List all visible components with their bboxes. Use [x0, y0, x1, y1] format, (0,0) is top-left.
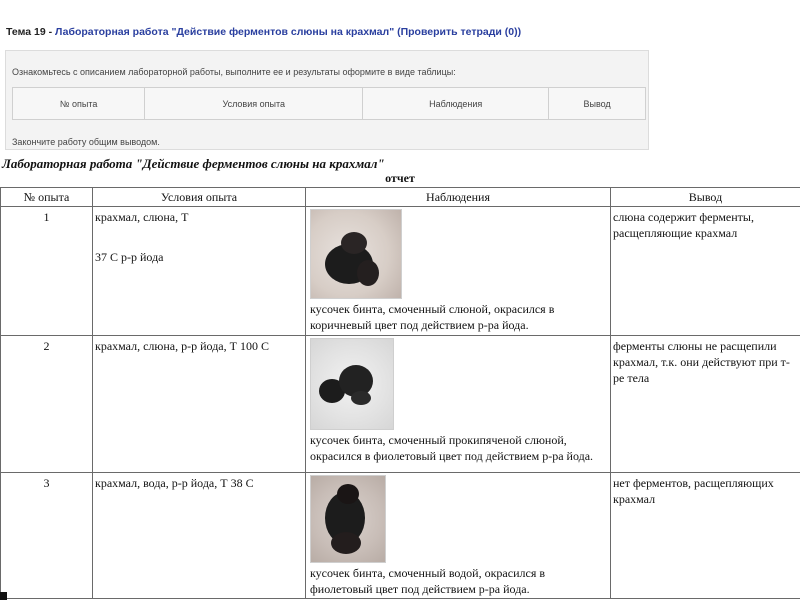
col-header-conclusion: Вывод: [610, 187, 800, 207]
assignment-box: Ознакомьтесь с описанием лабораторной ра…: [5, 50, 649, 150]
assignment-footer: Закончите работу общим выводом.: [12, 137, 160, 147]
report-table: № опыта Условия опыта Наблюдения Вывод 1…: [0, 187, 800, 599]
topic-prefix: Тема 19 -: [6, 26, 53, 38]
table-row: 3 крахмал, вода, р-р йода, Т 38 С кусоче…: [0, 472, 800, 599]
template-col-observations: Наблюдения: [362, 87, 550, 120]
assignment-panel: Тема 19 - Лабораторная работа "Действие …: [0, 0, 800, 155]
col-header-number: № опыта: [0, 187, 93, 207]
conditions-line: крахмал, слюна, р-р йода, Т 100 С: [95, 339, 269, 353]
bandage-photo: [310, 475, 386, 563]
report-header-row: № опыта Условия опыта Наблюдения Вывод: [0, 187, 800, 207]
experiment-number: 3: [0, 472, 93, 599]
topic-title: Тема 19 - Лабораторная работа "Действие …: [6, 26, 521, 38]
report-subtitle: отчет: [385, 171, 415, 185]
col-header-conditions: Условия опыта: [92, 187, 306, 207]
experiment-observation: кусочек бинта, смоченный слюной, окрасил…: [305, 206, 611, 336]
bandage-photo: [310, 209, 402, 299]
observation-text: кусочек бинта, смоченный слюной, окрасил…: [310, 302, 555, 332]
lab-work-link[interactable]: Лабораторная работа "Действие ферментов …: [55, 26, 394, 38]
bandage-photo: [310, 338, 394, 430]
observation-text: кусочек бинта, смоченный водой, окрасилс…: [310, 566, 546, 596]
table-row: 1 крахмал, слюна, Т 37 С р-р йода кусоче…: [0, 206, 800, 336]
experiment-number: 1: [0, 206, 93, 336]
col-header-observations: Наблюдения: [305, 187, 611, 207]
experiment-number: 2: [0, 335, 93, 473]
template-header-row: № опыта Условия опыта Наблюдения Вывод: [11, 87, 646, 120]
conditions-line: 37 С р-р йода: [95, 250, 164, 264]
template-table: № опыта Условия опыта Наблюдения Вывод: [11, 87, 646, 120]
experiment-conclusion: нет ферментов, расщепляющих крахмал: [610, 472, 800, 599]
experiment-observation: кусочек бинта, смоченный прокипяченой сл…: [305, 335, 611, 473]
observation-text: кусочек бинта, смоченный прокипяченой сл…: [310, 433, 594, 463]
experiment-observation: кусочек бинта, смоченный водой, окрасилс…: [305, 472, 611, 599]
experiment-conclusion: ферменты слюны не расщепили крахмал, т.к…: [610, 335, 800, 473]
conditions-line: крахмал, слюна, Т: [95, 210, 189, 224]
template-col-conditions: Условия опыта: [144, 87, 364, 120]
page-edge-mark: [0, 592, 7, 600]
template-col-number: № опыта: [11, 87, 146, 120]
conditions-line: крахмал, вода, р-р йода, Т 38 С: [95, 476, 254, 490]
experiment-conditions: крахмал, слюна, Т 37 С р-р йода: [92, 206, 306, 336]
table-row: 2 крахмал, слюна, р-р йода, Т 100 С кусо…: [0, 335, 800, 473]
experiment-conditions: крахмал, слюна, р-р йода, Т 100 С: [92, 335, 306, 473]
experiment-conditions: крахмал, вода, р-р йода, Т 38 С: [92, 472, 306, 599]
experiment-conclusion: слюна содержит ферменты, расщепляющие кр…: [610, 206, 800, 336]
template-col-conclusion: Вывод: [548, 87, 646, 120]
assignment-intro: Ознакомьтесь с описанием лабораторной ра…: [12, 67, 456, 77]
check-notebooks-link[interactable]: (Проверить тетради (0)): [397, 26, 521, 38]
report-title: Лабораторная работа "Действие ферментов …: [2, 156, 385, 171]
